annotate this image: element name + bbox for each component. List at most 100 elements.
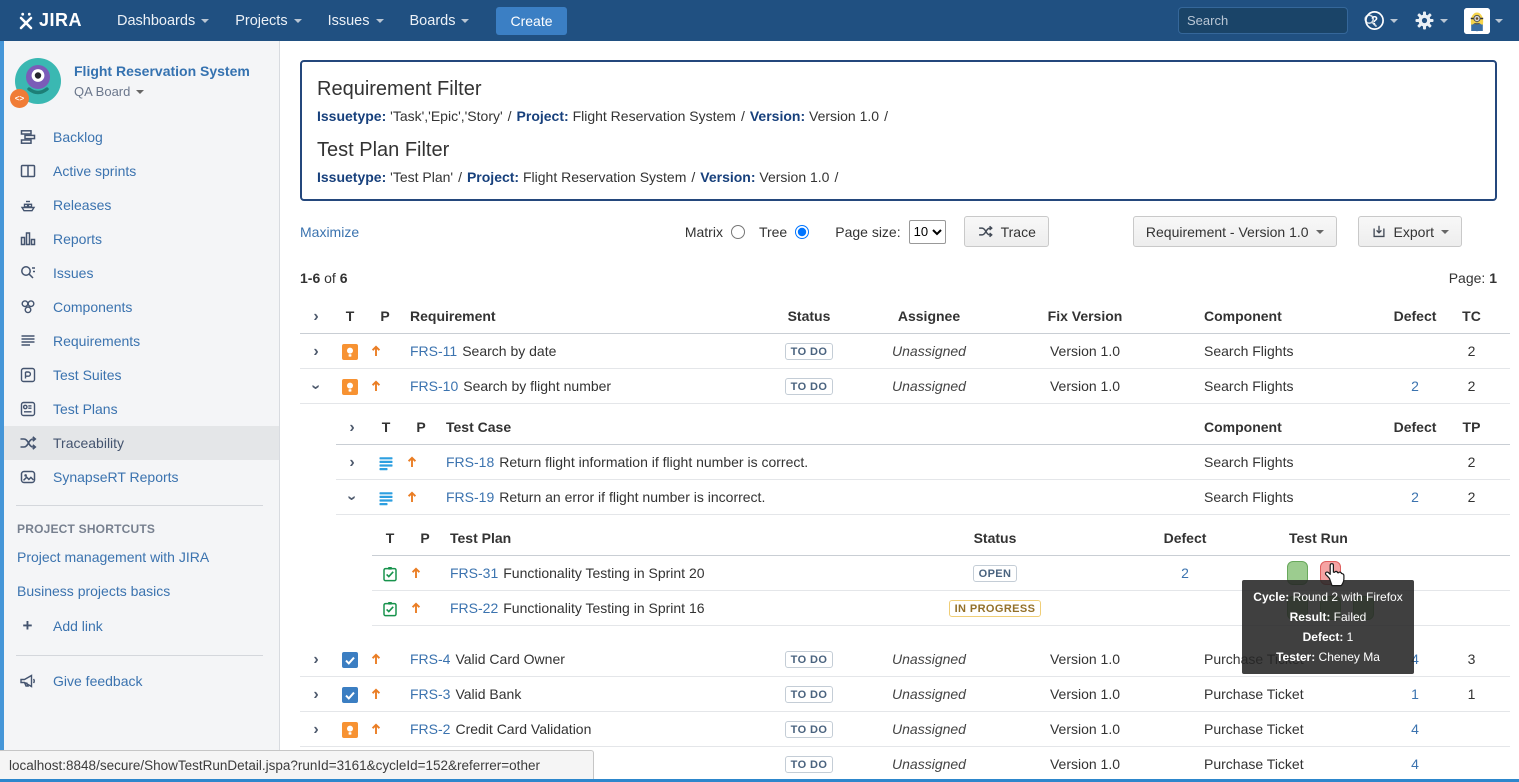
priority-up-icon: [368, 343, 402, 359]
sidebar-item-active-sprints[interactable]: Active sprints: [0, 154, 279, 188]
give-feedback-button[interactable]: Give feedback: [0, 664, 279, 698]
user-menu[interactable]: [1464, 8, 1503, 34]
defect-count-link[interactable]: 2: [1181, 565, 1189, 581]
traceability-toolbar: Maximize Matrix Tree Page size: 10 Trace…: [300, 216, 1462, 247]
expand-chevron-icon[interactable]: ›: [349, 455, 354, 471]
expand-chevron-icon[interactable]: ›: [313, 687, 318, 703]
issue-key-link[interactable]: FRS-4: [410, 651, 450, 667]
matrix-radio[interactable]: [731, 225, 745, 239]
priority-up-icon: [408, 600, 442, 616]
page-indicator: Page: 1: [1449, 270, 1497, 286]
shortcut-project-management[interactable]: Project management with JIRA: [0, 540, 279, 574]
chevron-down-icon: [376, 19, 384, 23]
sidebar-item-requirements[interactable]: Requirements: [0, 324, 279, 358]
defect-count-link[interactable]: 2: [1411, 489, 1419, 505]
components-icon: [17, 297, 38, 317]
chevron-right-icon: ›: [349, 420, 354, 436]
menu-boards[interactable]: Boards: [397, 0, 483, 41]
shortcuts-heading: PROJECT SHORTCUTS: [0, 506, 279, 540]
menu-issues[interactable]: Issues: [315, 0, 397, 41]
defect-count-link[interactable]: 4: [1411, 721, 1419, 737]
chevron-down-icon: [461, 19, 469, 23]
project-avatar[interactable]: <>: [15, 58, 61, 104]
sidebar-item-backlog[interactable]: Backlog: [0, 120, 279, 154]
menu-projects[interactable]: Projects: [222, 0, 314, 41]
issue-key-link[interactable]: FRS-19: [446, 489, 494, 505]
story-icon: [342, 379, 358, 395]
sidebar-item-synapsert-reports[interactable]: SynapseRT Reports: [0, 460, 279, 494]
traceability-table: › T P Requirement Status Assignee Fix Ve…: [300, 299, 1510, 782]
status-badge: TO DO: [785, 651, 834, 668]
test-case-row: › FRS-18Return flight information if fli…: [336, 445, 1510, 480]
sidebar-divider: [16, 655, 263, 656]
collapse-chevron-icon[interactable]: ›: [308, 384, 324, 389]
sidebar-item-test-suites[interactable]: Test Suites: [0, 358, 279, 392]
create-button[interactable]: Create: [496, 7, 566, 35]
result-count: 1-6 of 6: [300, 270, 348, 286]
status-url: localhost:8848/secure/ShowTestRunDetail.…: [9, 758, 540, 773]
defect-count-link[interactable]: 2: [1411, 378, 1419, 394]
priority-up-icon: [368, 378, 402, 394]
expand-chevron-icon[interactable]: ›: [313, 722, 318, 738]
image-report-icon: [17, 467, 38, 487]
top-navigation: JIRA Dashboards Projects Issues Boards C…: [0, 0, 1519, 41]
tree-radio[interactable]: [795, 225, 809, 239]
tooltip-tester-line: Tester: Cheney Ma: [1246, 647, 1410, 667]
sidebar-item-test-plans[interactable]: Test Plans: [0, 392, 279, 426]
quick-search[interactable]: [1178, 7, 1348, 34]
bar-chart-icon: [17, 229, 38, 249]
trace-button[interactable]: Trace: [964, 216, 1049, 247]
issue-key-link[interactable]: FRS-11: [410, 343, 457, 359]
shortcut-business-projects[interactable]: Business projects basics: [0, 574, 279, 608]
defect-count-link[interactable]: 1: [1411, 686, 1419, 702]
page-size-select[interactable]: 10: [909, 220, 946, 244]
megaphone-icon: [17, 671, 38, 691]
maximize-link[interactable]: Maximize: [300, 224, 359, 240]
collapse-chevron-icon[interactable]: ›: [344, 495, 360, 500]
filter-panel: Requirement Filter Issuetype: 'Task','Ep…: [300, 60, 1497, 201]
plus-icon: +: [17, 616, 38, 636]
expand-chevron-icon[interactable]: ›: [313, 652, 318, 668]
scope-dropdown-button[interactable]: Requirement - Version 1.0: [1133, 216, 1337, 247]
search-input[interactable]: [1187, 13, 1363, 28]
requirement-filter-line: Issuetype: 'Task','Epic','Story'/Project…: [317, 108, 1480, 124]
help-menu[interactable]: ?: [1364, 10, 1398, 31]
expand-chevron-icon[interactable]: ›: [313, 344, 318, 360]
tooltip-defect-line: Defect: 1: [1246, 627, 1410, 647]
menu-dashboards[interactable]: Dashboards: [104, 0, 222, 41]
gear-icon: [1414, 10, 1435, 31]
page-size-label: Page size:: [835, 224, 900, 240]
jira-logo-text: JIRA: [39, 10, 82, 31]
issue-key-link[interactable]: FRS-10: [410, 378, 458, 394]
admin-menu[interactable]: [1414, 10, 1448, 31]
sidebar-item-issues[interactable]: Issues: [0, 256, 279, 290]
sidebar-item-releases[interactable]: Releases: [0, 188, 279, 222]
chevron-down-icon: [294, 19, 302, 23]
test-suites-icon: [17, 365, 38, 385]
issue-key-link[interactable]: FRS-3: [410, 686, 450, 702]
sidebar-item-reports[interactable]: Reports: [0, 222, 279, 256]
matrix-label: Matrix: [685, 224, 723, 240]
priority-up-icon: [408, 565, 442, 581]
requirement-filter-title: Requirement Filter: [317, 78, 1480, 101]
defect-count-link[interactable]: 4: [1411, 756, 1419, 772]
project-sidebar: <> Flight Reservation System QA Board Ba…: [0, 41, 280, 782]
project-name[interactable]: Flight Reservation System: [74, 58, 250, 80]
help-icon: ?: [1364, 10, 1385, 31]
issue-key-link[interactable]: FRS-31: [450, 565, 498, 581]
svg-text:?: ?: [1371, 16, 1378, 28]
chevron-down-icon: [1441, 230, 1449, 234]
sidebar-item-components[interactable]: Components: [0, 290, 279, 324]
chevron-down-icon: [1440, 19, 1448, 23]
issue-key-link[interactable]: FRS-18: [446, 454, 494, 470]
board-switcher[interactable]: QA Board: [74, 84, 250, 99]
sidebar-item-traceability[interactable]: Traceability: [0, 426, 279, 460]
issue-key-link[interactable]: FRS-22: [450, 600, 498, 616]
jira-logo[interactable]: JIRA: [16, 10, 82, 31]
export-button[interactable]: Export: [1358, 216, 1462, 247]
test-case-icon: [378, 455, 394, 471]
status-badge: TO DO: [785, 378, 834, 395]
issue-key-link[interactable]: FRS-2: [410, 721, 450, 737]
test-plan-filter-title: Test Plan Filter: [317, 139, 1480, 162]
add-link-button[interactable]: + Add link: [0, 608, 279, 644]
